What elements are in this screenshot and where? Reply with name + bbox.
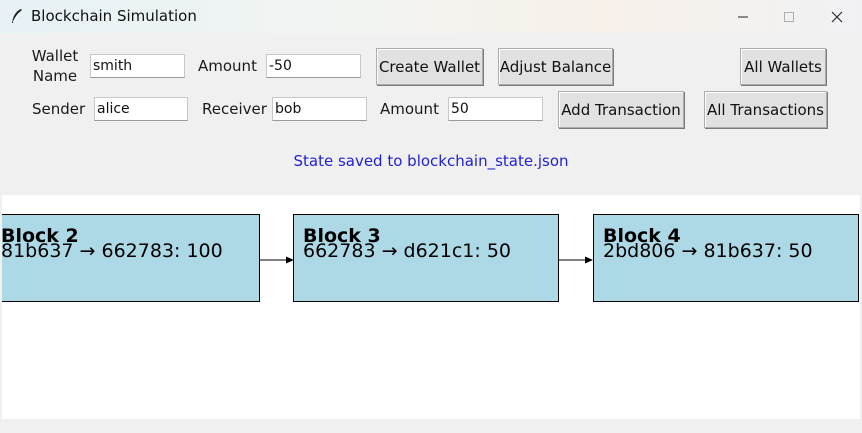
add-transaction-button[interactable]: Add Transaction xyxy=(558,91,684,128)
maximize-button[interactable] xyxy=(766,0,812,33)
wallet-name-label: Wallet Name xyxy=(30,46,80,86)
window-title: Blockchain Simulation xyxy=(31,7,197,25)
title-bar[interactable]: Blockchain Simulation xyxy=(0,0,862,33)
receiver-input[interactable] xyxy=(272,97,367,121)
wallet-amount-input[interactable] xyxy=(266,54,361,78)
feather-icon xyxy=(10,8,24,24)
block-transaction: 81b637 → 662783: 100 xyxy=(2,240,223,262)
receiver-label: Receiver xyxy=(202,100,267,118)
block-transaction: 662783 → d621c1: 50 xyxy=(303,240,512,262)
wallet-name-label-line1: Wallet xyxy=(31,47,79,65)
close-icon xyxy=(831,11,843,23)
minimize-button[interactable] xyxy=(720,0,766,33)
all-wallets-button[interactable]: All Wallets xyxy=(740,48,826,85)
block-card: Block 4 2bd806 → 81b637: 50 xyxy=(593,214,859,302)
wallet-name-input[interactable] xyxy=(90,54,185,78)
create-wallet-button[interactable]: Create Wallet xyxy=(376,48,483,85)
maximize-icon xyxy=(783,11,795,23)
chain-arrow xyxy=(259,256,294,264)
block-card: Block 3 662783 → d621c1: 50 xyxy=(293,214,559,302)
all-transactions-button[interactable]: All Transactions xyxy=(704,91,827,128)
blockchain-canvas[interactable]: Block 2 81b637 → 662783: 100 Block 3 662… xyxy=(2,195,860,419)
block-transaction: 2bd806 → 81b637: 50 xyxy=(603,240,813,262)
transaction-amount-label: Amount xyxy=(380,100,439,118)
block-card: Block 2 81b637 → 662783: 100 xyxy=(2,214,260,302)
sender-label: Sender xyxy=(32,100,86,118)
status-message: State saved to blockchain_state.json xyxy=(293,152,569,170)
close-button[interactable] xyxy=(814,0,860,33)
transaction-amount-input[interactable] xyxy=(448,97,543,121)
minimize-icon xyxy=(737,11,749,23)
chain-arrow xyxy=(558,256,593,264)
wallet-name-label-line2: Name xyxy=(32,67,78,85)
adjust-balance-button[interactable]: Adjust Balance xyxy=(498,48,613,85)
wallet-amount-label: Amount xyxy=(198,57,257,75)
sender-input[interactable] xyxy=(94,97,188,121)
